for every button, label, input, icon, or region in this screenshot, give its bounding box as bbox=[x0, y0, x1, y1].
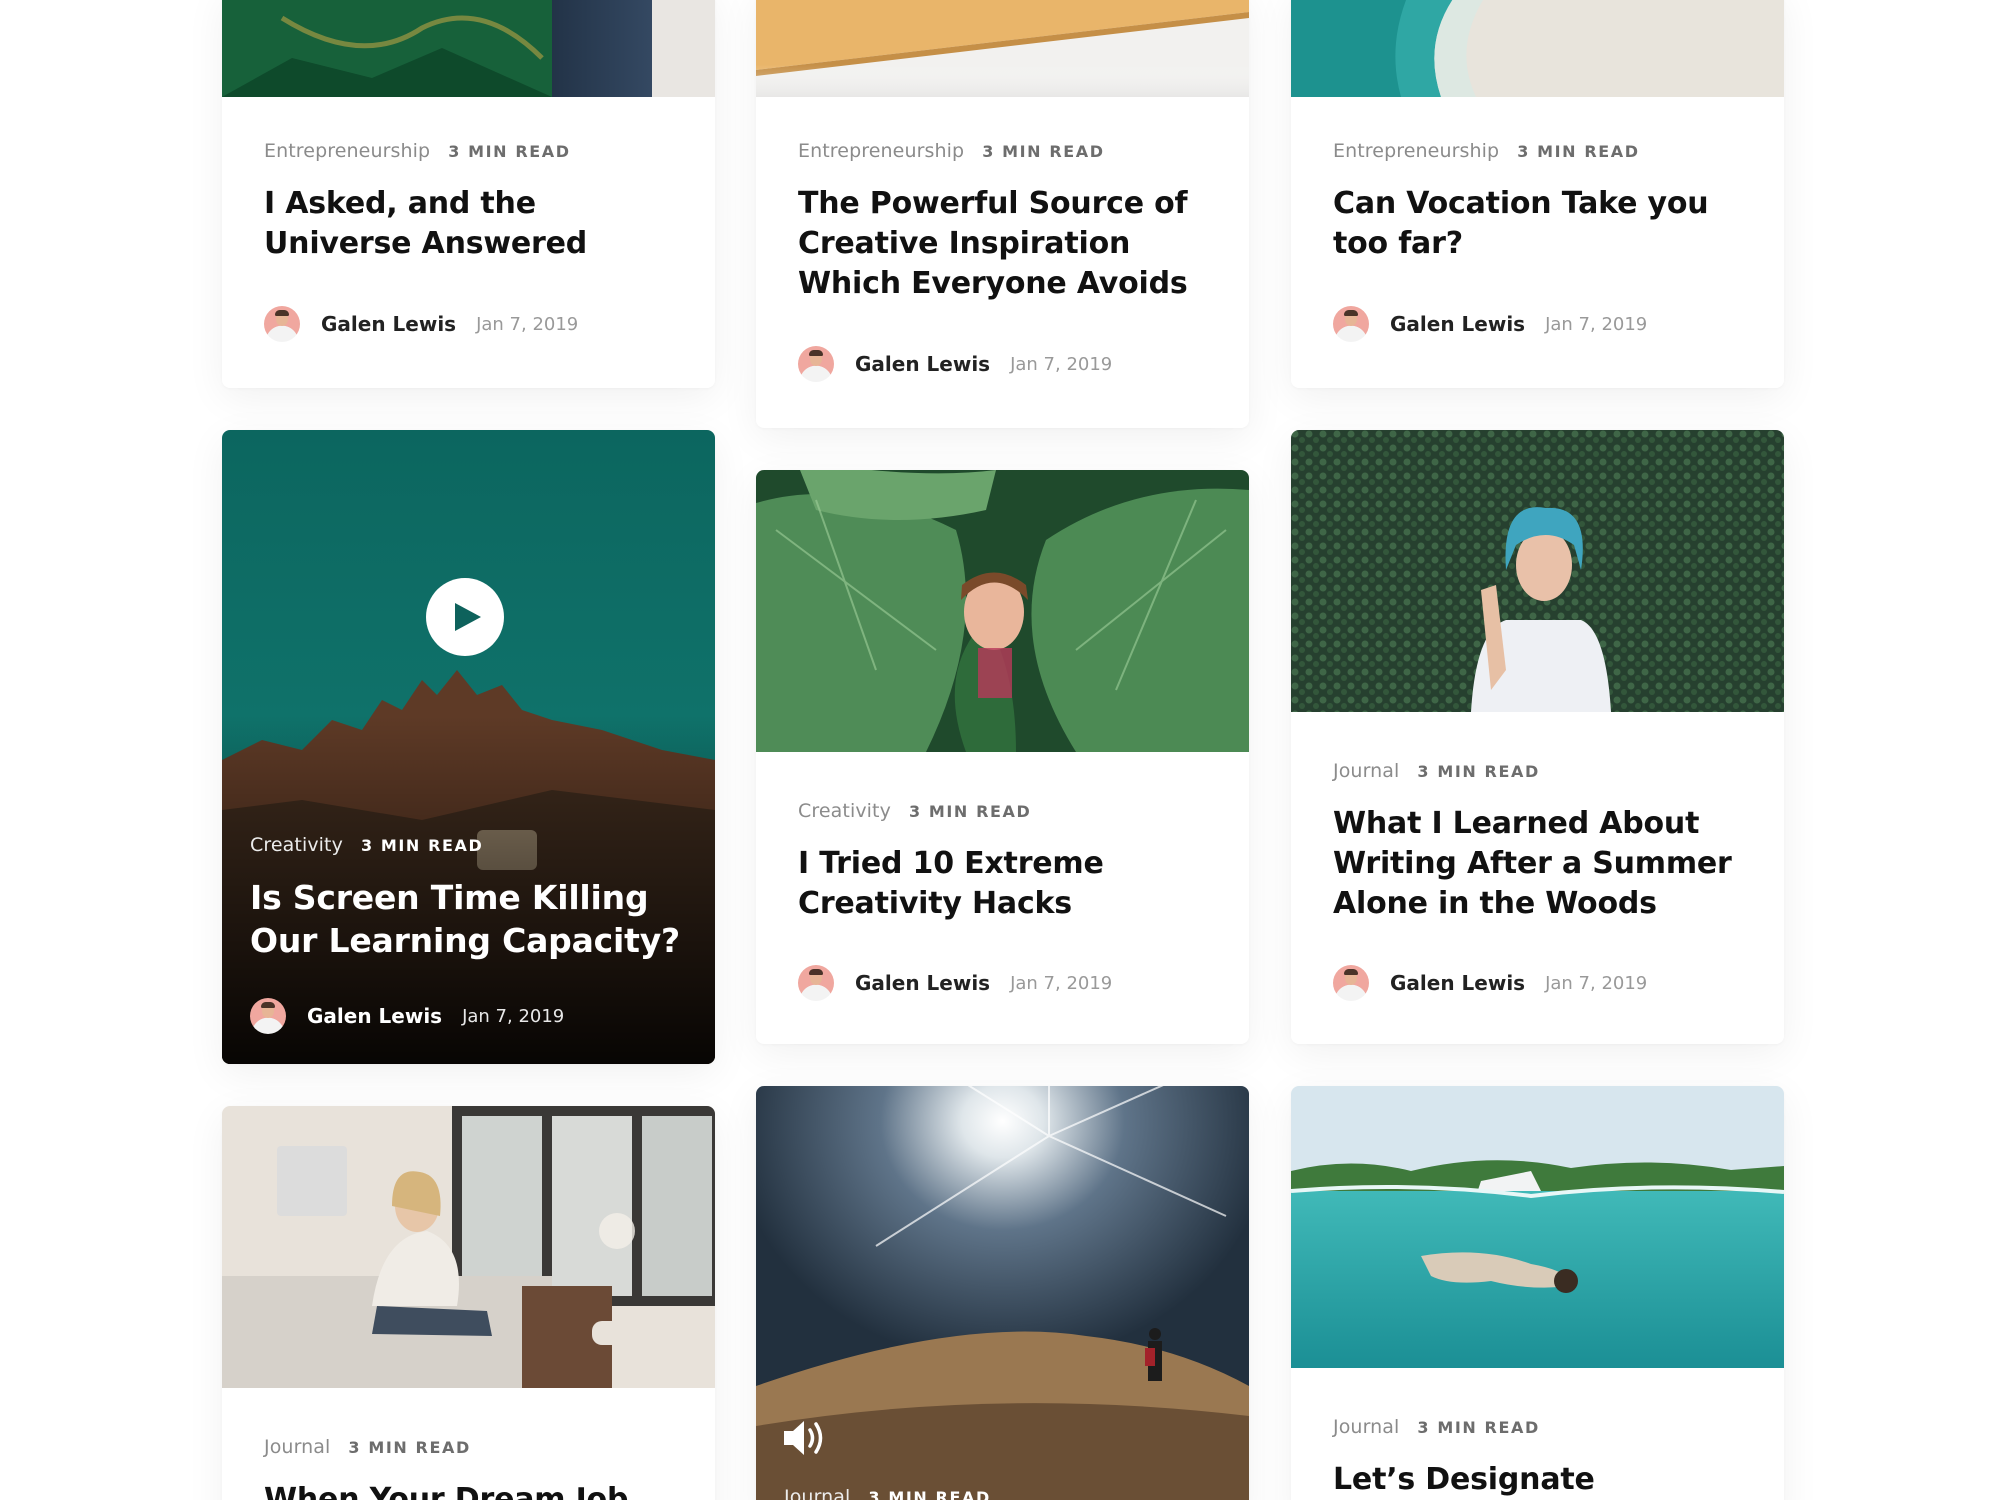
article-image bbox=[1291, 1086, 1784, 1368]
article-title[interactable]: Let’s Designate Internet-Free Zones bbox=[1333, 1460, 1742, 1500]
read-time: 3 MIN READ bbox=[348, 1438, 471, 1457]
post-date: Jan 7, 2019 bbox=[462, 1005, 565, 1027]
author-row: Galen Lewis Jan 7, 2019 bbox=[264, 306, 578, 342]
post-date: Jan 7, 2019 bbox=[1010, 972, 1113, 994]
post-date: Jan 7, 2019 bbox=[1545, 313, 1648, 335]
video-article-card[interactable]: Creativity 3 MIN READ Is Screen Time Kill… bbox=[222, 430, 715, 1064]
author-name[interactable]: Galen Lewis bbox=[1390, 971, 1525, 995]
post-date: Jan 7, 2019 bbox=[1010, 353, 1113, 375]
article-card[interactable]: Journal 3 MIN READ What I Learned About W… bbox=[1291, 430, 1784, 1044]
category-label[interactable]: Entrepreneurship bbox=[1333, 140, 1499, 162]
author-row: Galen Lewis Jan 7, 2019 bbox=[798, 965, 1112, 1001]
author-name[interactable]: Galen Lewis bbox=[855, 352, 990, 376]
article-image bbox=[756, 0, 1249, 97]
post-date: Jan 7, 2019 bbox=[1545, 972, 1648, 994]
article-title[interactable]: What I Learned About Writing After a Sum… bbox=[1333, 804, 1742, 924]
read-time: 3 MIN READ bbox=[448, 142, 571, 161]
read-time: 3 MIN READ bbox=[1417, 762, 1540, 781]
article-title[interactable]: When Your Dream Job Just bbox=[264, 1480, 673, 1500]
article-title[interactable]: Can Vocation Take you too far? bbox=[1333, 184, 1742, 264]
read-time: 3 MIN READ bbox=[982, 142, 1105, 161]
play-icon bbox=[455, 603, 481, 631]
author-name[interactable]: Galen Lewis bbox=[307, 1004, 442, 1028]
category-label[interactable]: Journal bbox=[1333, 1416, 1399, 1438]
article-card[interactable]: Entrepreneurship 3 MIN READ The Powerful … bbox=[756, 0, 1249, 428]
read-time: 3 MIN READ bbox=[1517, 142, 1640, 161]
read-time: 3 MIN READ bbox=[868, 1488, 991, 1500]
speaker-icon[interactable] bbox=[782, 1418, 828, 1458]
article-image bbox=[756, 1086, 1249, 1500]
article-image bbox=[1291, 430, 1784, 712]
avatar[interactable] bbox=[250, 998, 286, 1034]
article-card[interactable]: Journal 3 MIN READ Let’s Designate Intern… bbox=[1291, 1086, 1784, 1500]
read-time: 3 MIN READ bbox=[908, 802, 1032, 821]
article-card[interactable]: Creativity 3 MIN READ I Tried 10 Extreme … bbox=[756, 470, 1249, 1044]
article-image bbox=[222, 0, 715, 97]
article-title[interactable]: I Tried 10 Extreme Creativity Hacks bbox=[798, 844, 1207, 924]
article-image bbox=[1291, 0, 1784, 97]
author-row: Galen Lewis Jan 7, 2019 bbox=[1333, 306, 1647, 342]
article-image bbox=[222, 430, 715, 1064]
avatar[interactable] bbox=[1333, 965, 1369, 1001]
author-row: Galen Lewis Jan 7, 2019 bbox=[250, 998, 564, 1034]
category-label[interactable]: Journal bbox=[1333, 760, 1399, 782]
author-row: Galen Lewis Jan 7, 2019 bbox=[1333, 965, 1647, 1001]
audio-article-card[interactable]: Journal 3 MIN READ bbox=[756, 1086, 1249, 1500]
avatar[interactable] bbox=[1333, 306, 1369, 342]
author-name[interactable]: Galen Lewis bbox=[1390, 312, 1525, 336]
play-button[interactable] bbox=[426, 578, 504, 656]
author-name[interactable]: Galen Lewis bbox=[321, 312, 456, 336]
article-card[interactable]: Entrepreneurship 3 MIN READ Can Vocation … bbox=[1291, 0, 1784, 388]
category-label[interactable]: Entrepreneurship bbox=[264, 140, 430, 162]
article-image bbox=[222, 1106, 715, 1388]
category-label[interactable]: Journal bbox=[264, 1436, 330, 1458]
category-label[interactable]: Creativity bbox=[798, 800, 891, 822]
avatar[interactable] bbox=[798, 346, 834, 382]
category-label[interactable]: Journal bbox=[784, 1486, 850, 1500]
avatar[interactable] bbox=[798, 965, 834, 1001]
category-label[interactable]: Creativity bbox=[250, 834, 343, 856]
post-date: Jan 7, 2019 bbox=[476, 313, 579, 335]
avatar[interactable] bbox=[264, 306, 300, 342]
article-title[interactable]: Is Screen Time Killing Our Learning Capa… bbox=[250, 876, 687, 962]
read-time: 3 MIN READ bbox=[360, 836, 484, 855]
read-time: 3 MIN READ bbox=[1417, 1418, 1540, 1437]
author-name[interactable]: Galen Lewis bbox=[855, 971, 990, 995]
article-card[interactable]: Entrepreneurship 3 MIN READ I Asked, and … bbox=[222, 0, 715, 388]
article-image bbox=[756, 470, 1249, 752]
author-row: Galen Lewis Jan 7, 2019 bbox=[798, 346, 1112, 382]
article-title[interactable]: The Powerful Source of Creative Inspirat… bbox=[798, 184, 1207, 304]
category-label[interactable]: Entrepreneurship bbox=[798, 140, 964, 162]
article-card[interactable]: Journal 3 MIN READ When Your Dream Job Ju… bbox=[222, 1106, 715, 1500]
article-title[interactable]: I Asked, and the Universe Answered bbox=[264, 184, 673, 264]
